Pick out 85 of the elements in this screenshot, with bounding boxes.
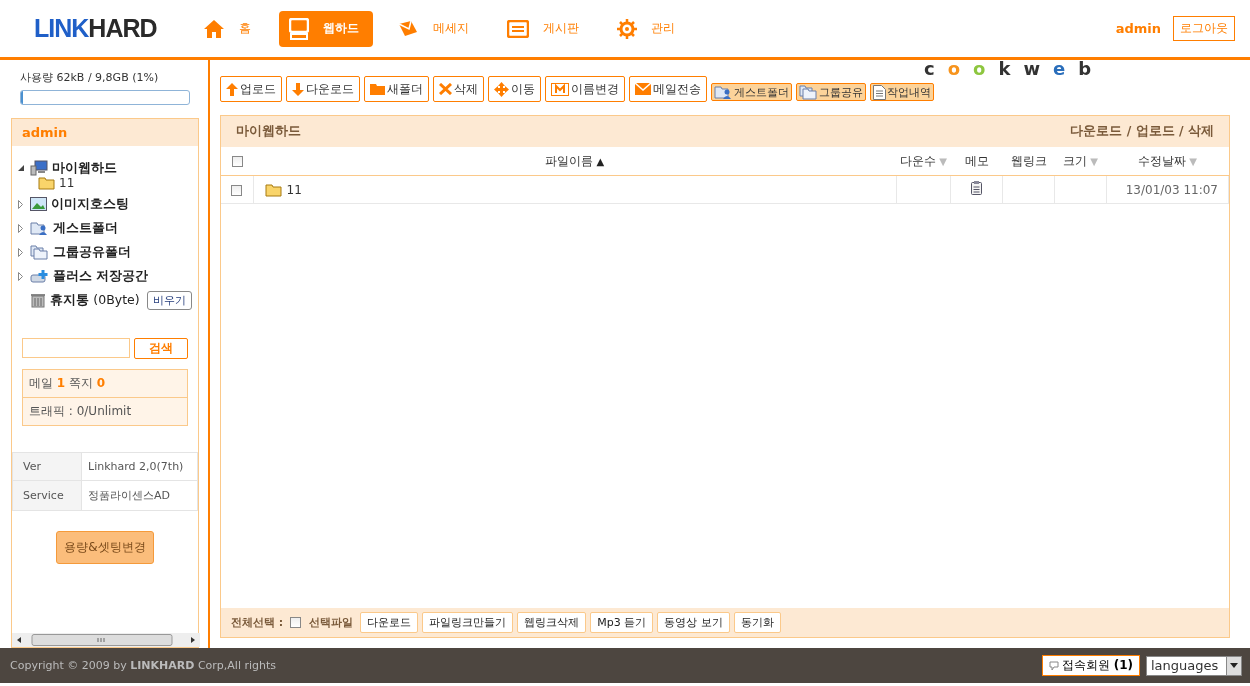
toolbar-button[interactable]: 이름변경 (545, 76, 625, 102)
column-header[interactable]: 크기 ▼ (1054, 147, 1107, 176)
dropdown-icon (1230, 663, 1238, 668)
select-all-label: 전체선택 : (231, 615, 284, 630)
envelope-icon (635, 83, 651, 95)
select-all-checkbox[interactable] (290, 617, 302, 628)
expand-icon[interactable] (18, 199, 23, 209)
select-all-checkbox[interactable] (231, 156, 243, 167)
panel-actions[interactable]: 다운로드 / 업로드 / 삭제 (1070, 123, 1214, 140)
image-icon (30, 197, 47, 211)
column-header[interactable]: 수정날짜 ▼ (1106, 147, 1229, 176)
home-icon (202, 18, 225, 39)
tree-item[interactable]: 게스트폴더 (18, 216, 192, 240)
usage-text: 사용량 62kB / 9,8GB (1%) (20, 70, 160, 85)
speech-bubble-icon (1048, 660, 1059, 671)
storage-plus-icon (30, 268, 49, 284)
toolbar-button[interactable]: 다운로드 (286, 76, 360, 102)
tree-item[interactable]: 그룹공유폴더 (18, 240, 192, 264)
date-cell: 13/01/03 11:07 (1106, 175, 1229, 204)
column-header[interactable]: 메모 (950, 147, 1003, 176)
folder-icon (264, 182, 282, 197)
info-label: Ver (12, 452, 82, 481)
action-button[interactable]: Mp3 듣기 (590, 612, 654, 633)
down-arrow-icon (292, 82, 304, 96)
collapse-icon[interactable] (18, 165, 24, 171)
expand-icon[interactable] (18, 271, 23, 281)
rename-icon (551, 82, 569, 96)
computer-icon (30, 160, 48, 176)
toolbar-button[interactable]: 새폴더 (364, 76, 429, 102)
toolbar-button[interactable]: 그룹공유 (796, 83, 866, 101)
search-field[interactable] (22, 338, 130, 358)
delete-icon (439, 83, 452, 95)
guest-folder-icon (714, 84, 733, 100)
up-arrow-icon (226, 82, 238, 96)
language-select[interactable]: languages (1146, 655, 1242, 676)
tree-item[interactable]: 11 (18, 176, 192, 190)
brand-logo: c o o k w e b (924, 58, 1092, 79)
online-users-button[interactable]: 접속회원 (1) (1041, 655, 1140, 676)
user-name: admin (1115, 21, 1161, 36)
panel-title: 마이웹하드 (236, 123, 301, 140)
column-header[interactable]: 파일이름 ▲ (253, 147, 897, 176)
board-icon (506, 19, 529, 38)
action-button[interactable]: 웹링크삭제 (517, 612, 587, 633)
settings-icon (616, 18, 637, 39)
action-button[interactable]: 다운로드 (360, 612, 419, 633)
action-button[interactable]: 동기화 (733, 612, 781, 633)
folder-icon (38, 176, 55, 190)
logo[interactable]: LINKHARD (34, 14, 157, 43)
row-checkbox[interactable] (231, 184, 243, 196)
tree-item[interactable]: 플러스 저장공간 (18, 264, 192, 288)
column-header[interactable]: 다운수 ▼ (896, 147, 951, 176)
selected-files-label: 선택파일 (309, 615, 354, 630)
toolbar-button[interactable]: 삭제 (433, 76, 484, 102)
copyright-text: Copyright © 2009 by LINKHARD Corp,All rights (10, 659, 277, 672)
toolbar-button[interactable]: 이동 (488, 76, 541, 102)
move-icon (494, 81, 509, 97)
group-folder-icon (30, 244, 49, 260)
info-value: 정품라이센스AD (81, 480, 198, 511)
file-name[interactable]: 11 (254, 182, 895, 197)
document-icon (873, 84, 886, 100)
tree-item[interactable]: 이미지호스팅 (18, 192, 192, 216)
info-value: Linkhard 2,0(7th) (81, 452, 198, 481)
memo-icon[interactable] (971, 181, 982, 195)
info-label: Service (12, 480, 82, 511)
trash-icon (30, 292, 46, 308)
expand-icon[interactable] (18, 247, 23, 257)
toolbar-button[interactable]: 게스트폴더 (711, 83, 792, 101)
action-button[interactable]: 파일링크만들기 (422, 612, 514, 633)
group-folder-icon (799, 84, 818, 100)
guest-folder-icon (30, 220, 49, 236)
settings-button[interactable]: 용량&셋팅변경 (56, 531, 154, 564)
computer-icon (288, 17, 309, 40)
toolbar-button[interactable]: 작업내역 (870, 83, 934, 101)
toolbar-button[interactable]: 업로드 (220, 76, 282, 102)
action-button[interactable]: 동영상 보기 (657, 612, 730, 633)
empty-button[interactable]: 비우기 (147, 290, 192, 310)
traffic-text: 트래픽 : 0/Unlimit (23, 397, 187, 425)
envelope-icon (396, 19, 419, 38)
folder-icon (370, 83, 385, 95)
mail-count: 메일 1 쪽지 0 (28, 375, 107, 392)
trash-label[interactable]: 휴지통 (0Byte) (50, 291, 140, 309)
expand-icon[interactable] (18, 223, 23, 233)
toolbar-button[interactable]: 메일전송 (629, 76, 707, 102)
column-header[interactable]: 웹링크 (1002, 147, 1055, 176)
sidebar-title: admin (12, 119, 198, 146)
